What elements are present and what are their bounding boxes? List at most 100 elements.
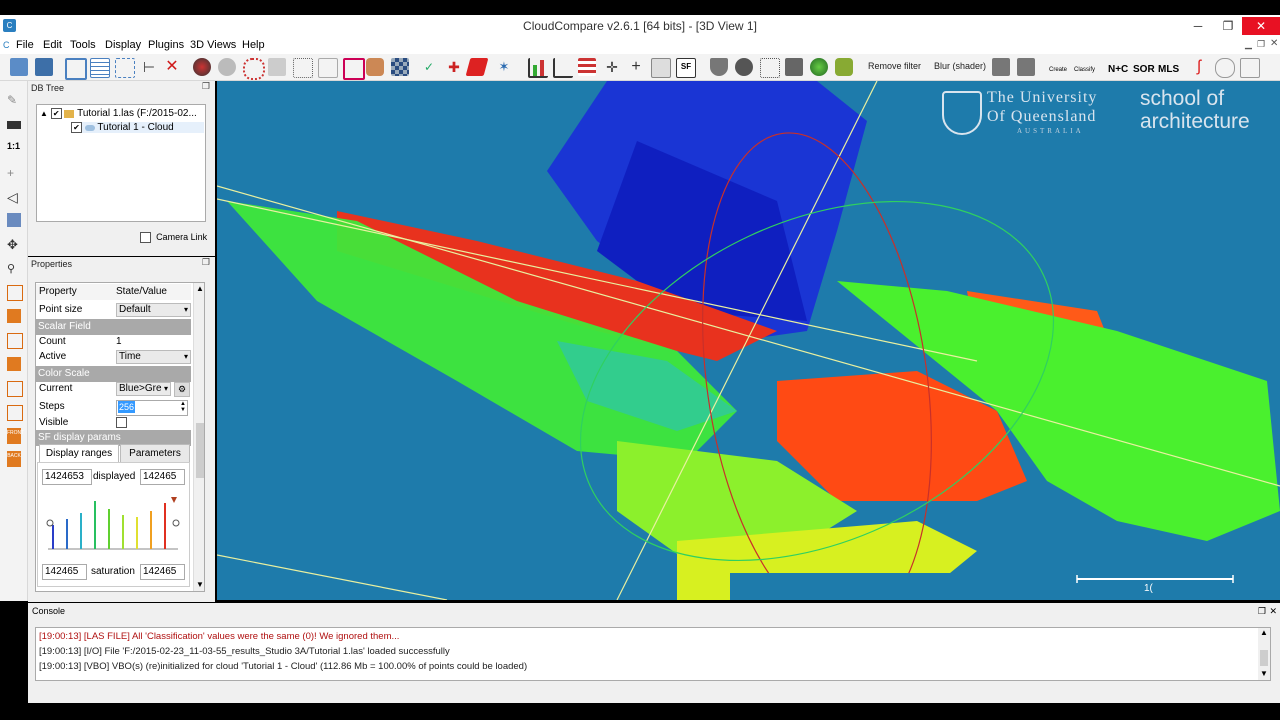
steps-spinbox[interactable]: 256 ▲ ▼ [116,400,188,416]
dock-close-icon[interactable]: ✕ [1269,603,1277,619]
mdi-close-icon[interactable]: ✕ [1270,38,1278,49]
view-front-icon[interactable] [7,309,21,323]
add-sf-icon[interactable]: ✛ [603,58,621,76]
sf-histogram[interactable] [46,495,181,553]
hpr-icon[interactable] [1215,58,1235,78]
color-icon[interactable] [366,58,384,76]
translate-icon[interactable]: ✚ [445,58,463,76]
point-size-combo[interactable]: Default [116,303,191,317]
pan-icon[interactable]: ✥ [7,237,21,252]
menu-display[interactable]: Display [105,39,141,51]
delete-icon[interactable]: ✕ [163,58,181,76]
histogram-icon[interactable] [528,58,548,78]
scroll-up-icon[interactable]: ▲ [196,284,204,293]
perspective-icon[interactable]: ◁ [7,189,21,205]
camera-link-box[interactable] [140,231,151,243]
arrow-icon[interactable] [318,58,338,78]
view-front-cube-button[interactable]: FRONT [7,428,24,444]
checker-icon[interactable] [391,58,409,76]
view-top-icon[interactable] [7,285,23,301]
clone-icon[interactable] [65,58,87,80]
zoom-icon[interactable]: ⚲ [7,262,21,276]
displayed-min-input[interactable]: 1424653 [42,469,92,485]
point-pick-icon[interactable] [218,58,236,76]
mdi-minimize-icon[interactable]: ▁ [1245,39,1252,50]
list-icon[interactable] [90,58,110,78]
range-handle-right[interactable] [172,519,180,527]
plane-icon[interactable] [465,58,489,76]
3d-view[interactable]: The University Of Queensland AUSTRALIA s… [217,81,1280,600]
tab-display-ranges[interactable]: Display ranges [39,444,119,463]
steps-value[interactable]: 256 [118,401,136,413]
open-icon[interactable] [10,58,28,76]
vertex-icon[interactable] [115,58,135,78]
orthographic-icon[interactable] [7,213,21,227]
saturation-marker[interactable] [171,497,177,503]
calculator-icon[interactable] [651,58,671,78]
photo-icon[interactable] [785,58,803,76]
expand-icon[interactable]: ▲ [40,109,48,118]
shield-icon[interactable] [710,58,728,76]
sor-icon[interactable]: SOR [1133,58,1155,76]
remove-filter-button[interactable]: Remove filter [868,61,921,71]
poisson-icon[interactable] [835,58,853,76]
view-right-icon[interactable] [7,357,21,371]
scroll-up-icon[interactable]: ▲ [1260,628,1268,637]
properties-scrollbar[interactable]: ▲ ▼ [193,283,204,591]
sample-icon[interactable] [243,58,265,80]
sf-gradient-icon[interactable] [553,58,573,78]
mesh-icon[interactable] [268,58,286,76]
axis-icon[interactable]: ✶ [495,58,513,76]
menu-help[interactable]: Help [242,39,265,51]
spin-arrows-icon[interactable]: ▲ ▼ [180,401,186,413]
camera-link-checkbox[interactable]: Camera Link [140,231,207,243]
displayed-max-input[interactable]: 142465 [140,469,185,485]
subsample-icon[interactable] [343,58,365,80]
view-left-icon[interactable] [7,333,23,349]
tree-checkbox[interactable]: ✔ [50,108,62,119]
tab-parameters[interactable]: Parameters [120,444,190,464]
blur-shader-button[interactable]: Blur (shader) [934,61,986,71]
dock-pin-icon[interactable]: ❐ [202,257,210,268]
menu-plugins[interactable]: Plugins [148,39,184,51]
pick-rotation-icon[interactable]: ✎ [7,93,21,107]
scroll-thumb[interactable] [196,423,204,478]
menu-3d-views[interactable]: 3D Views [190,39,236,51]
minimize-button[interactable]: ─ [1184,17,1212,35]
animation-icon[interactable] [1240,58,1260,78]
tree-checkbox[interactable]: ✔ [71,122,82,133]
shader-icon-2[interactable] [1017,58,1035,76]
sf-filter-icon[interactable] [578,58,596,76]
menu-edit[interactable]: Edit [43,39,62,51]
saturation-max-input[interactable]: 142465 [140,564,185,580]
qsra-icon[interactable]: ʃ [1190,58,1208,76]
close-button[interactable]: ✕ [1242,17,1280,35]
menu-file[interactable]: File [16,39,34,51]
ear-icon[interactable] [735,58,753,76]
merge-icon[interactable]: ⊢ [140,58,158,76]
console-scrollbar[interactable]: ▲ ▼ [1258,628,1270,680]
nc-icon[interactable]: N+C [1108,58,1128,76]
scatter-icon[interactable] [293,58,313,78]
hidden-points-icon[interactable] [760,58,780,78]
color-scale-combo[interactable]: Blue>Gre [116,382,171,396]
scroll-down-icon[interactable]: ▼ [196,580,204,589]
point-cloud-render[interactable] [217,81,1280,600]
saturation-min-input[interactable]: 142465 [42,564,87,580]
maximize-button[interactable]: ❐ [1214,17,1242,35]
scroll-down-icon[interactable]: ▼ [1260,669,1268,678]
ball-icon[interactable] [810,58,828,76]
plus-icon[interactable]: + [627,58,645,76]
crosshair-icon[interactable]: + [7,166,21,180]
shader-icon-1[interactable] [992,58,1010,76]
view-back-cube-button[interactable]: BACK [7,451,21,467]
scroll-thumb[interactable] [1260,650,1268,666]
tree-item-file[interactable]: ▲ ✔ Tutorial 1.las (F:/2015-02... [40,108,197,119]
save-icon[interactable] [35,58,53,76]
tree-item-cloud[interactable]: ✔ Tutorial 1 - Cloud [71,122,204,134]
visible-checkbox[interactable] [116,417,127,428]
dock-pin-icon[interactable]: ❐ [202,81,210,92]
active-sf-combo[interactable]: Time [116,350,191,364]
view-iso-icon[interactable] [7,405,23,421]
canupo-classify-icon[interactable]: Classify [1074,58,1095,76]
